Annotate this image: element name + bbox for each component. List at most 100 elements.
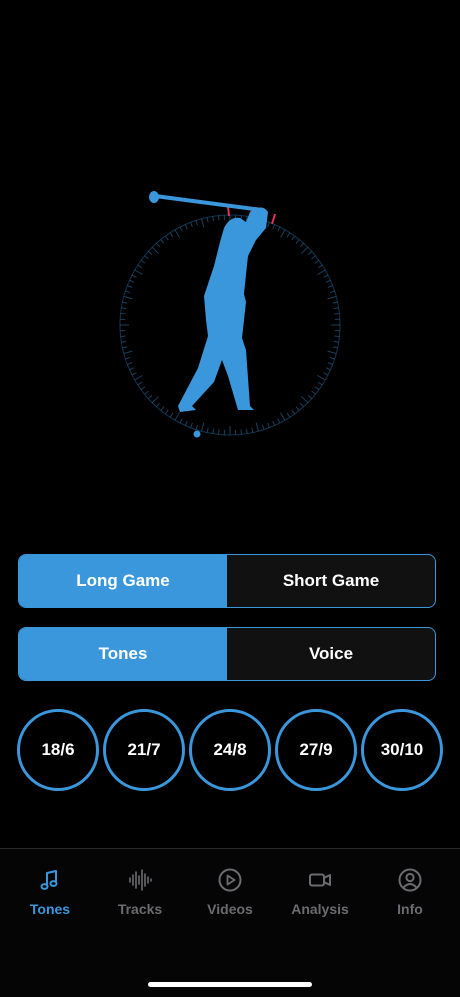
game-selector: Long Game Short Game	[18, 554, 436, 608]
dial-tick	[202, 423, 204, 432]
tab-tones[interactable]: Tones	[14, 867, 86, 917]
dial-tick	[330, 357, 335, 359]
dial-tick	[121, 341, 126, 342]
dial-tick	[135, 270, 143, 275]
dial-tick	[273, 421, 275, 426]
dial-tick	[122, 302, 127, 303]
dial-tick	[278, 227, 280, 231]
dial-tick	[161, 240, 164, 244]
dial-tick	[219, 429, 220, 434]
dial-tick	[141, 260, 145, 263]
dial-tick	[324, 275, 328, 277]
tab-info[interactable]: Info	[374, 867, 446, 917]
tab-label: Tracks	[118, 901, 162, 917]
dial-tick	[148, 395, 152, 398]
dial-tick	[207, 217, 208, 222]
dial-tick	[161, 407, 164, 411]
dial-tick	[196, 220, 198, 225]
dial-tick	[152, 396, 158, 402]
dial-tick	[268, 423, 270, 428]
dial-tick	[141, 387, 145, 390]
dial-tick	[207, 428, 208, 433]
waveform-icon	[127, 867, 153, 893]
ratio-button-24-8[interactable]: 24/8	[189, 709, 271, 791]
dial-tick	[273, 225, 275, 230]
dial-tick	[281, 230, 286, 238]
play-circle-icon	[217, 867, 243, 893]
ratio-button-30-10[interactable]: 30/10	[361, 709, 443, 791]
dial-tick	[333, 302, 338, 303]
voice-button[interactable]: Voice	[227, 628, 435, 680]
tab-analysis[interactable]: Analysis	[284, 867, 356, 917]
music-note-icon	[37, 867, 63, 893]
dial-tick	[317, 270, 325, 275]
tab-label: Videos	[207, 901, 253, 917]
dial-tick	[252, 428, 253, 433]
golf-club	[155, 196, 262, 210]
dial-tick	[165, 236, 168, 240]
dial-tick	[165, 410, 168, 414]
dial-tick	[124, 297, 133, 299]
golfer-silhouette	[178, 208, 268, 413]
dial-tick	[152, 247, 158, 253]
dial-tick	[130, 280, 135, 282]
dial-tick	[241, 429, 242, 434]
dial-tick	[219, 216, 220, 221]
dial-tick	[328, 286, 333, 288]
dial-tick	[300, 243, 303, 247]
tab-videos[interactable]: Videos	[194, 867, 266, 917]
dial-tick	[324, 373, 328, 375]
tab-label: Info	[397, 901, 423, 917]
tab-label: Analysis	[291, 901, 349, 917]
dial-tick	[127, 286, 132, 288]
dial-tick	[334, 336, 339, 337]
dial-tick	[127, 363, 132, 365]
ratio-button-27-9[interactable]: 27/9	[275, 709, 357, 791]
dial-tick	[145, 391, 149, 394]
dial-tick	[145, 256, 149, 259]
dial-tick	[318, 265, 322, 268]
club-head	[149, 191, 159, 203]
short-game-button[interactable]: Short Game	[227, 555, 435, 607]
person-circle-icon	[397, 867, 423, 893]
dial-tick	[281, 412, 286, 420]
dial-tick	[278, 419, 280, 423]
dial-tick	[121, 336, 126, 337]
dial-tick	[268, 222, 270, 227]
long-game-button[interactable]: Long Game	[19, 555, 227, 607]
dial-tick	[334, 308, 339, 309]
dial-tick	[317, 376, 325, 381]
tempo-ratio-list: 18/6 21/7 24/8 27/9 30/10	[17, 709, 443, 793]
tab-bar: Tones Tracks Vid	[0, 848, 460, 997]
dial-tick	[175, 230, 180, 238]
dial-tick	[292, 236, 295, 240]
dial-tick	[312, 391, 316, 394]
tones-button[interactable]: Tones	[19, 628, 227, 680]
dial-tick	[296, 407, 299, 411]
dial-tick	[287, 233, 290, 237]
dial-tick	[191, 222, 193, 227]
dial-tick	[326, 368, 331, 370]
tab-label: Tones	[30, 901, 70, 917]
dial-tick	[148, 251, 152, 254]
dial-tick	[333, 347, 338, 348]
ratio-button-21-7[interactable]: 21/7	[103, 709, 185, 791]
swing-illustration	[0, 170, 460, 460]
dial-tick	[328, 351, 337, 353]
home-indicator[interactable]	[148, 982, 312, 987]
dial-tick	[180, 419, 182, 423]
dial-tick	[334, 341, 339, 342]
dial-tick	[132, 373, 136, 375]
dial-tick	[170, 413, 173, 417]
dial-tick	[262, 425, 264, 430]
dial-tick	[296, 240, 299, 244]
tab-tracks[interactable]: Tracks	[104, 867, 176, 917]
dial-tick	[328, 363, 333, 365]
dial-tick	[308, 395, 312, 398]
dial-tick	[125, 357, 130, 359]
dial-tick	[121, 314, 126, 315]
dial-tick	[138, 382, 142, 385]
ratio-button-18-6[interactable]: 18/6	[17, 709, 99, 791]
dial-tick	[292, 410, 295, 414]
dial-tick	[246, 429, 247, 434]
